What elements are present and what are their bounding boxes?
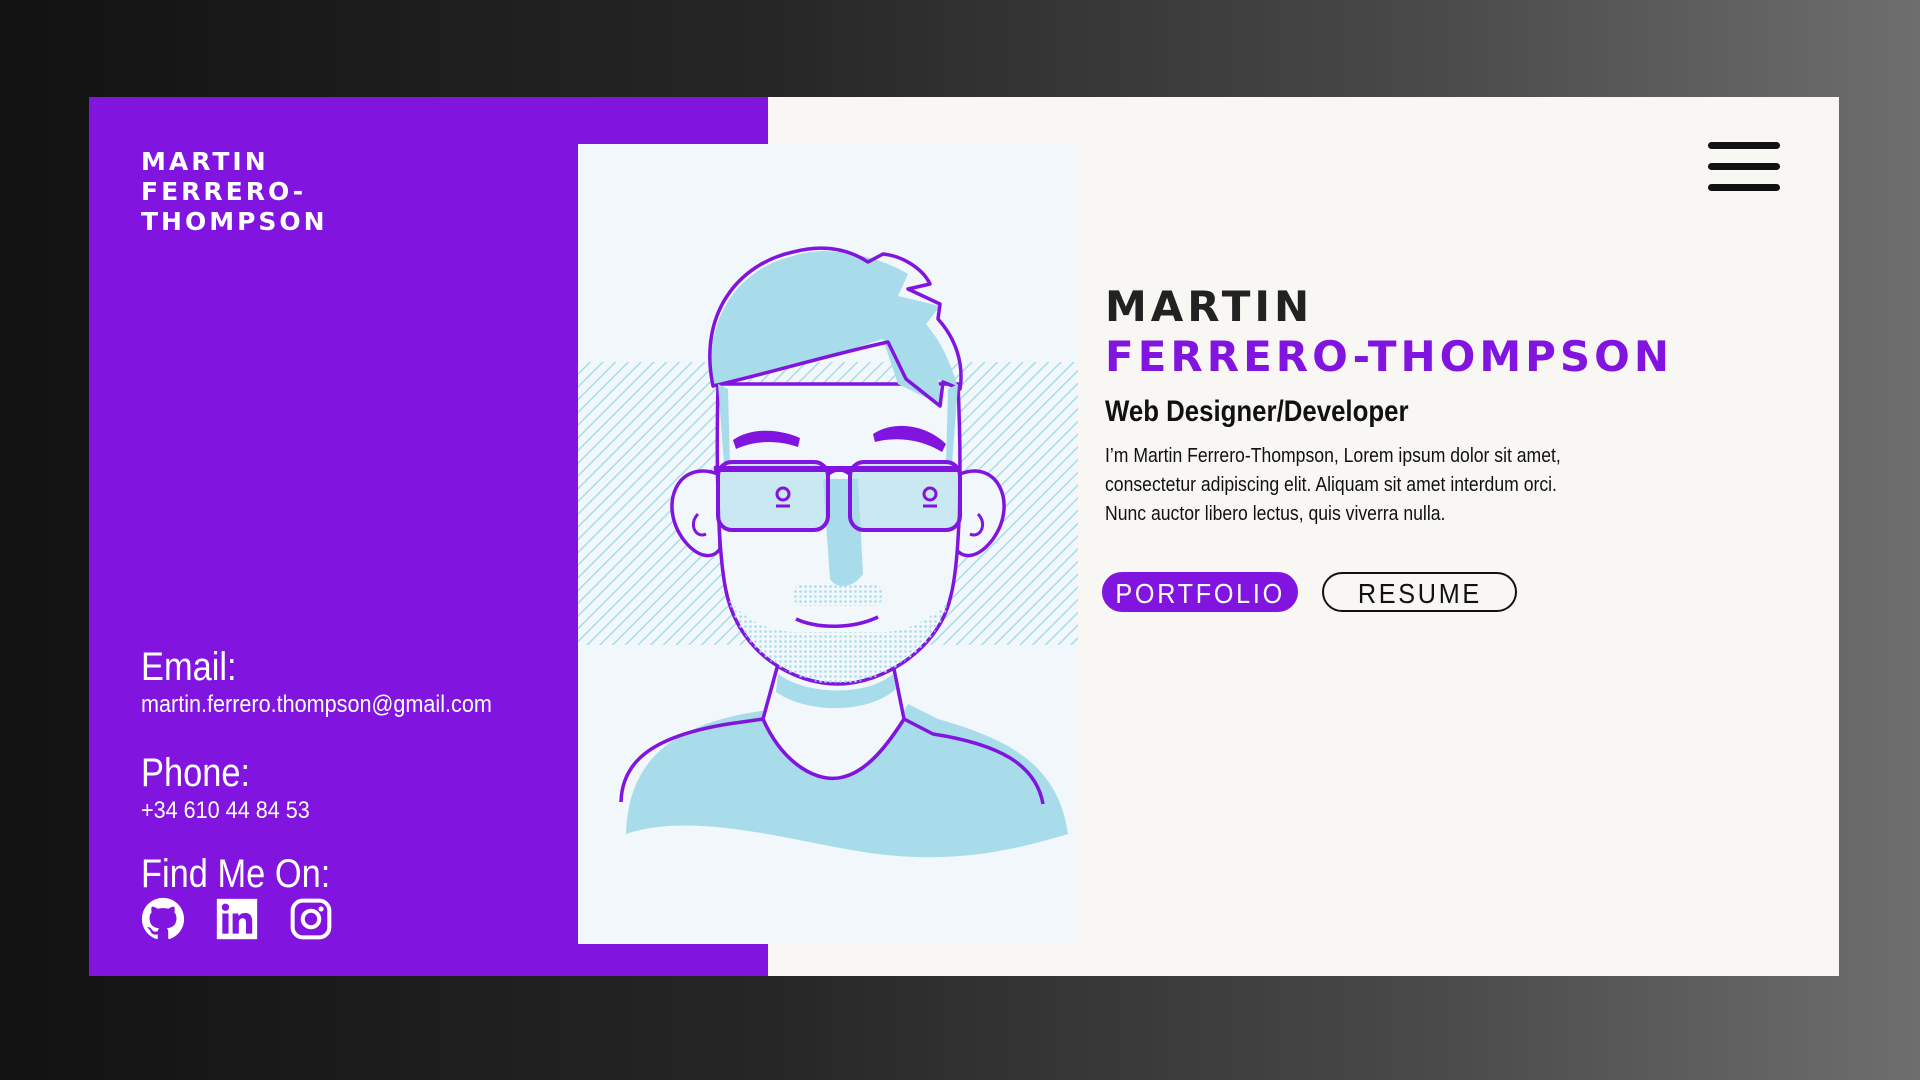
social-section: Find Me On:: [141, 851, 361, 897]
email-label: Email:: [141, 645, 237, 689]
phone-label: Phone:: [141, 751, 251, 795]
bio-line-1: I’m Martin Ferrero-Thompson, Lorem ipsum…: [1105, 445, 1561, 467]
portfolio-button[interactable]: PORTFOLIO: [1102, 572, 1298, 612]
email-value[interactable]: martin.ferrero.thompson@gmail.com: [141, 690, 492, 720]
resume-button[interactable]: RESUME: [1322, 572, 1517, 612]
hero-last-name: FERRERO-THOMPSON: [1105, 332, 1674, 381]
menu-bar-bottom: [1708, 184, 1780, 191]
menu-bar-top: [1708, 142, 1780, 149]
avatar-illustration: [578, 144, 1078, 944]
hero-first-name: MARTIN: [1105, 282, 1314, 331]
brand-name-line-2: FERRERO-: [141, 177, 307, 206]
instagram-icon[interactable]: [289, 897, 333, 941]
email-section: Email: martin.ferrero.thompson@gmail.com: [141, 644, 531, 720]
social-links: [141, 897, 333, 941]
portfolio-button-label: PORTFOLIO: [1115, 578, 1285, 609]
brand-name-line-1: MARTIN: [141, 147, 269, 176]
brand-name[interactable]: MARTIN FERRERO- THOMPSON: [141, 147, 441, 237]
resume-button-label: RESUME: [1357, 578, 1482, 609]
profile-card: MARTIN FERRERO- THOMPSON Email: martin.f…: [89, 97, 1839, 976]
menu-bar-middle: [1708, 163, 1780, 170]
job-title: Web Designer/Developer: [1105, 395, 1409, 428]
bio-text: I’m Martin Ferrero-Thompson, Lorem ipsum…: [1105, 442, 1615, 529]
bio-line-2: consectetur adipiscing elit. Aliquam sit…: [1105, 474, 1557, 496]
phone-value[interactable]: +34 610 44 84 53: [141, 796, 310, 826]
phone-section: Phone: +34 610 44 84 53: [141, 750, 329, 826]
find-me-label: Find Me On:: [141, 852, 331, 896]
linkedin-icon[interactable]: [215, 897, 259, 941]
github-icon[interactable]: [141, 897, 185, 941]
bio-line-3: Nunc auctor libero lectus, quis viverra …: [1105, 503, 1446, 525]
avatar-illustration-svg: [578, 246, 1078, 858]
brand-name-line-3: THOMPSON: [141, 207, 328, 236]
hamburger-menu-icon[interactable]: [1708, 142, 1780, 198]
